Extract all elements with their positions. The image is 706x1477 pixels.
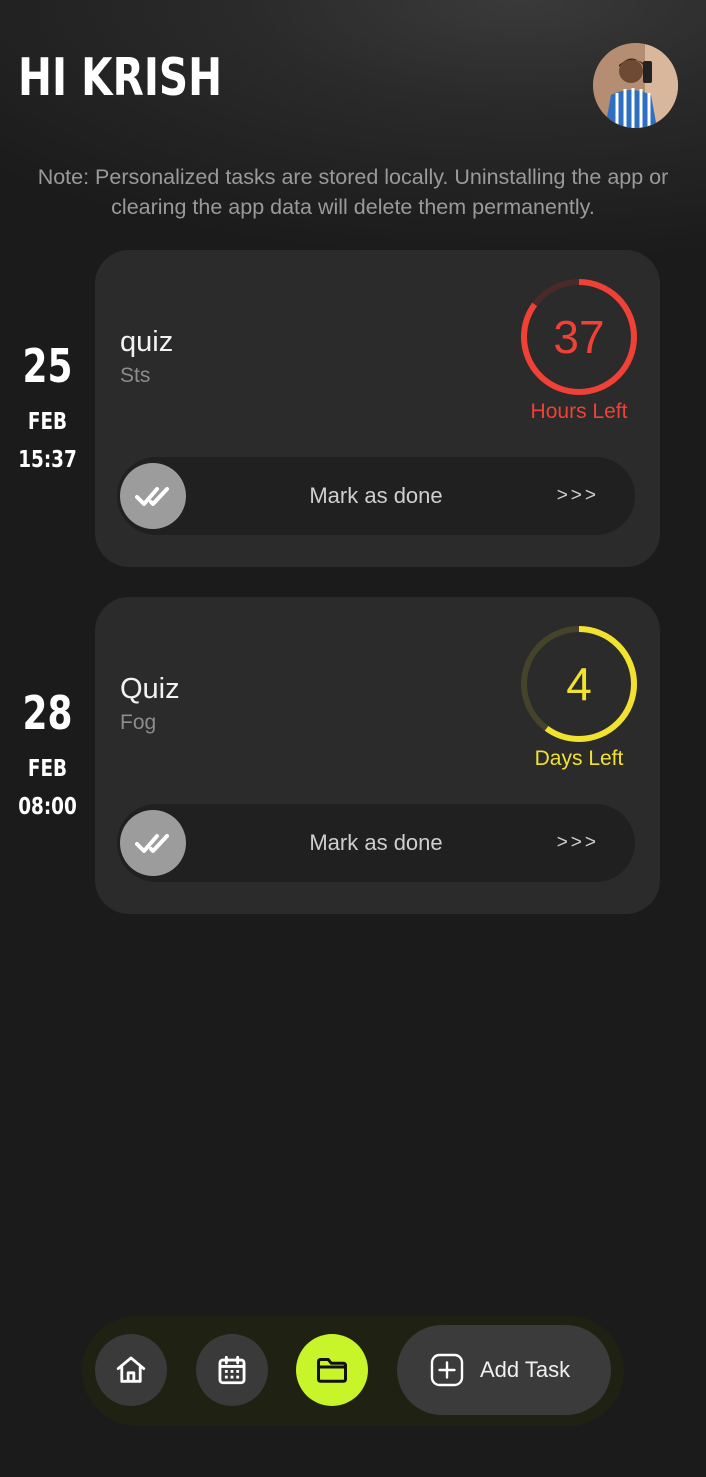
chevrons-right-icon: >>>: [556, 485, 599, 506]
task-time: 15:37: [18, 447, 77, 473]
storage-note: Note: Personalized tasks are stored loca…: [37, 165, 669, 219]
countdown-value: 37: [553, 311, 605, 363]
task-title: quiz: [120, 326, 174, 358]
task-month: FEB: [27, 409, 68, 435]
countdown-ring: 37: [519, 277, 639, 397]
double-check-icon: [135, 487, 169, 506]
task-time: 08:00: [18, 794, 77, 820]
mark-done-handle[interactable]: [120, 810, 186, 876]
countdown-ring: 4: [519, 624, 639, 744]
avatar-photo: [593, 43, 678, 128]
countdown-label: Hours Left: [530, 400, 628, 423]
countdown-value: 4: [566, 658, 592, 710]
nav-calendar-button[interactable]: [196, 1334, 268, 1406]
task-card[interactable]: Quiz Fog 4 Days Left Mark as done >>>: [95, 597, 660, 914]
task-day: 28: [22, 686, 73, 740]
home-icon: [116, 1356, 146, 1383]
task-date: 28 FEB 08:00: [0, 690, 95, 820]
nav-home-button[interactable]: [95, 1334, 167, 1406]
countdown-label: Days Left: [534, 747, 624, 770]
mark-done-slider[interactable]: Mark as done >>>: [117, 804, 635, 882]
task-date: 25 FEB 15:37: [0, 343, 95, 473]
greeting-title: HI KRISH: [18, 48, 223, 108]
mark-done-handle[interactable]: [120, 463, 186, 529]
task-day: 25: [22, 339, 73, 393]
avatar[interactable]: [593, 43, 678, 128]
calendar-icon: [218, 1355, 246, 1385]
add-task-button[interactable]: Add Task: [397, 1325, 611, 1415]
chevrons-right-icon: >>>: [556, 832, 599, 853]
task-screen: HI KRISH Note: Personalized tasks are st…: [0, 0, 706, 1477]
mark-done-slider[interactable]: Mark as done >>>: [117, 457, 635, 535]
task-title: Quiz: [120, 673, 180, 705]
bottom-nav: Add Task: [82, 1316, 624, 1426]
add-task-label: Add Task: [480, 1357, 571, 1382]
task-subject: Fog: [120, 711, 157, 734]
task-subject: Sts: [120, 364, 151, 387]
task-month: FEB: [27, 756, 68, 782]
task-card[interactable]: quiz Sts 37 Hours Left Mark as done >>>: [95, 250, 660, 567]
nav-folder-button[interactable]: [296, 1334, 368, 1406]
plus-icon: [430, 1353, 464, 1387]
folder-icon: [317, 1358, 347, 1383]
double-check-icon: [135, 834, 169, 853]
